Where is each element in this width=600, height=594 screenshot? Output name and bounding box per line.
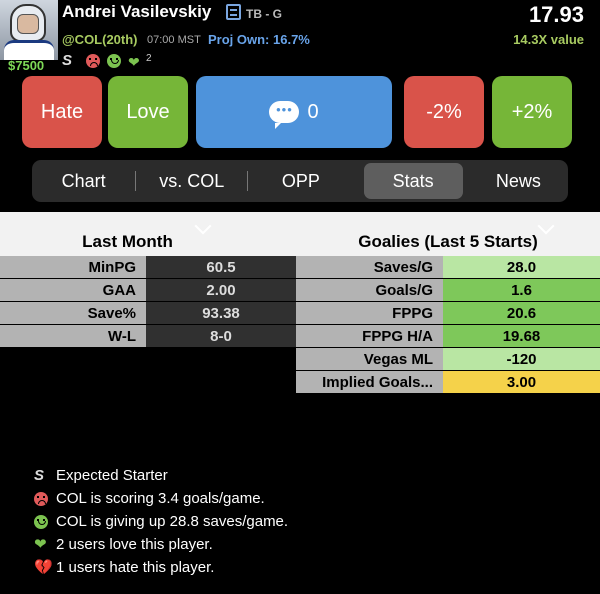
projected-score: 17.93 (528, 2, 584, 27)
happy-face-icon (107, 54, 121, 68)
legend-text: 1 users hate this player. (56, 559, 215, 576)
stat-value: 93.38 (146, 302, 296, 324)
legend-item: ❤ 2 users love this player. (34, 535, 288, 558)
stat-label: FPPG H/A (296, 325, 443, 347)
sad-face-icon (34, 492, 48, 506)
legend: S Expected Starter COL is scoring 3.4 go… (34, 466, 288, 581)
goalies-title: Goalies (Last 5 Starts) (358, 232, 538, 251)
legend-text: 2 users love this player. (56, 536, 213, 553)
player-avatar[interactable] (0, 0, 58, 60)
tab-chart[interactable]: Chart (32, 163, 135, 199)
stat-label: FPPG (296, 302, 443, 324)
stat-label: W-L (0, 325, 146, 347)
projected-ownership: Proj Own: 16.7% (208, 32, 310, 47)
stat-label: Saves/G (296, 256, 443, 278)
starter-icon: S (62, 52, 73, 69)
stat-value: 20.6 (443, 302, 600, 324)
love-count: 2 (146, 53, 152, 64)
comment-count: 0 (307, 100, 319, 123)
sad-face-icon (86, 54, 100, 68)
starter-icon: S (34, 467, 45, 484)
player-salary: $7500 (8, 58, 45, 73)
stat-label: Vegas ML (296, 348, 443, 370)
stat-value: 3.00 (443, 371, 600, 393)
table-row: Vegas ML -120 (296, 348, 600, 371)
legend-item: 💔 1 users hate this player. (34, 558, 288, 581)
comments-button[interactable]: 0 (196, 76, 392, 148)
last-month-title: Last Month (82, 232, 173, 251)
legend-item: COL is giving up 28.8 saves/game. (34, 512, 288, 535)
comment-bubble-icon (269, 101, 300, 129)
love-button[interactable]: Love (108, 76, 188, 148)
hate-button[interactable]: Hate (22, 76, 102, 148)
value-multiplier: 14.3X value (513, 32, 584, 47)
legend-item: S Expected Starter (34, 466, 288, 489)
game-time: 07:00 MST (147, 34, 201, 46)
heart-icon: ❤ (128, 54, 140, 70)
broken-heart-icon: 💔 (34, 559, 53, 576)
plus-2-percent-button[interactable]: +2% (492, 76, 572, 148)
stat-value: 28.0 (443, 256, 600, 278)
stat-label: Goals/G (296, 279, 443, 301)
stat-value: -120 (443, 348, 600, 370)
table-row: GAA 2.00 (0, 279, 296, 302)
tab-bar: Chart vs. COL OPP Stats News (32, 160, 568, 202)
heart-icon: ❤ (34, 536, 47, 553)
table-row: Saves/G 28.0 (296, 256, 600, 279)
table-row: Save% 93.38 (0, 302, 296, 325)
last-month-header[interactable]: Last Month (0, 212, 296, 256)
legend-text: Expected Starter (56, 467, 168, 484)
table-row: FPPG H/A 19.68 (296, 325, 600, 348)
stat-value: 8-0 (146, 325, 296, 347)
stat-label: GAA (0, 279, 146, 301)
table-row: Implied Goals... 3.00 (296, 371, 600, 394)
stat-value: 19.68 (443, 325, 600, 347)
tab-opp[interactable]: OPP (248, 163, 353, 199)
table-row: Goals/G 1.6 (296, 279, 600, 302)
stat-value: 60.5 (146, 256, 296, 278)
legend-item: COL is scoring 3.4 goals/game. (34, 489, 288, 512)
tab-vs-col[interactable]: vs. COL (136, 163, 247, 199)
matchup: @COL(20th) (62, 32, 138, 47)
stat-value: 2.00 (146, 279, 296, 301)
stat-label: Implied Goals... (296, 371, 443, 393)
table-row: FPPG 20.6 (296, 302, 600, 325)
last-month-table: Last Month MinPG 60.5 GAA 2.00 Save% 93.… (0, 212, 296, 348)
team-position: TB - G (246, 7, 282, 21)
stat-value: 1.6 (443, 279, 600, 301)
player-name[interactable]: Andrei Vasilevskiy (62, 2, 211, 22)
happy-face-icon (34, 515, 48, 529)
table-row: W-L 8-0 (0, 325, 296, 348)
legend-text: COL is giving up 28.8 saves/game. (56, 513, 289, 530)
stat-label: MinPG (0, 256, 146, 278)
legend-text: COL is scoring 3.4 goals/game. (56, 490, 265, 507)
tab-stats[interactable]: Stats (363, 163, 463, 199)
player-header: $7500 Andrei Vasilevskiy TB - G 17.93 @C… (0, 0, 600, 73)
minus-2-percent-button[interactable]: -2% (404, 76, 484, 148)
table-row: MinPG 60.5 (0, 256, 296, 279)
tab-news[interactable]: News (469, 163, 568, 199)
goalies-table: Goalies (Last 5 Starts) Saves/G 28.0 Goa… (296, 212, 600, 394)
stat-label: Save% (0, 302, 146, 324)
news-icon[interactable] (226, 4, 241, 20)
goalies-header[interactable]: Goalies (Last 5 Starts) (296, 212, 600, 256)
